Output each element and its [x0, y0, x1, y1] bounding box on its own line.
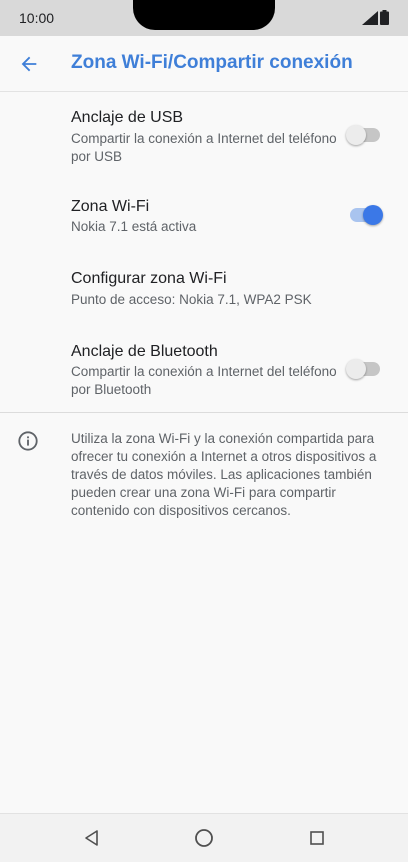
setting-title: Anclaje de USB — [71, 109, 184, 126]
status-bar: 10:00 — [0, 0, 408, 36]
setting-summary: Compartir la conexión a Internet del tel… — [71, 131, 337, 164]
wifi-hotspot-toggle[interactable] — [350, 205, 383, 225]
navigation-bar — [0, 813, 408, 862]
usb-tethering-toggle[interactable] — [346, 125, 380, 145]
toggle-thumb — [346, 125, 366, 145]
camera-notch — [133, 0, 275, 30]
toggle-thumb — [363, 205, 383, 225]
home-circle-icon[interactable] — [193, 827, 215, 849]
page-title: Zona Wi-Fi/Compartir conexión — [71, 52, 353, 73]
recents-square-icon[interactable] — [306, 827, 328, 849]
setting-title: Anclaje de Bluetooth — [71, 343, 218, 360]
setting-title: Configurar zona Wi-Fi — [71, 270, 227, 287]
cell-signal-icon — [362, 11, 378, 25]
setting-summary: Nokia 7.1 está activa — [71, 219, 197, 234]
setting-summary: Punto de acceso: Nokia 7.1, WPA2 PSK — [71, 292, 312, 307]
toggle-thumb — [346, 359, 366, 379]
back-triangle-icon[interactable] — [81, 827, 103, 849]
setting-summary: Compartir la conexión a Internet del tel… — [71, 364, 337, 397]
divider — [0, 412, 408, 413]
bluetooth-tethering-toggle[interactable] — [346, 359, 380, 379]
battery-icon — [380, 10, 389, 25]
setting-bluetooth-tethering[interactable]: Anclaje de Bluetooth Compartir la conexi… — [0, 330, 408, 402]
setting-configure-hotspot[interactable]: Configurar zona Wi-Fi Punto de acceso: N… — [0, 258, 408, 320]
status-time: 10:00 — [19, 10, 55, 26]
arrow-left-icon[interactable] — [18, 53, 40, 75]
info-circle-icon — [18, 431, 38, 451]
setting-usb-tethering[interactable]: Anclaje de USB Compartir la conexión a I… — [0, 95, 408, 175]
setting-title: Zona Wi-Fi — [71, 198, 150, 215]
info-footer-text: Utiliza la zona Wi-Fi y la conexión comp… — [71, 431, 377, 518]
setting-wifi-hotspot[interactable]: Zona Wi-Fi Nokia 7.1 está activa — [0, 185, 408, 247]
app-bar: Zona Wi-Fi/Compartir conexión — [0, 36, 408, 92]
